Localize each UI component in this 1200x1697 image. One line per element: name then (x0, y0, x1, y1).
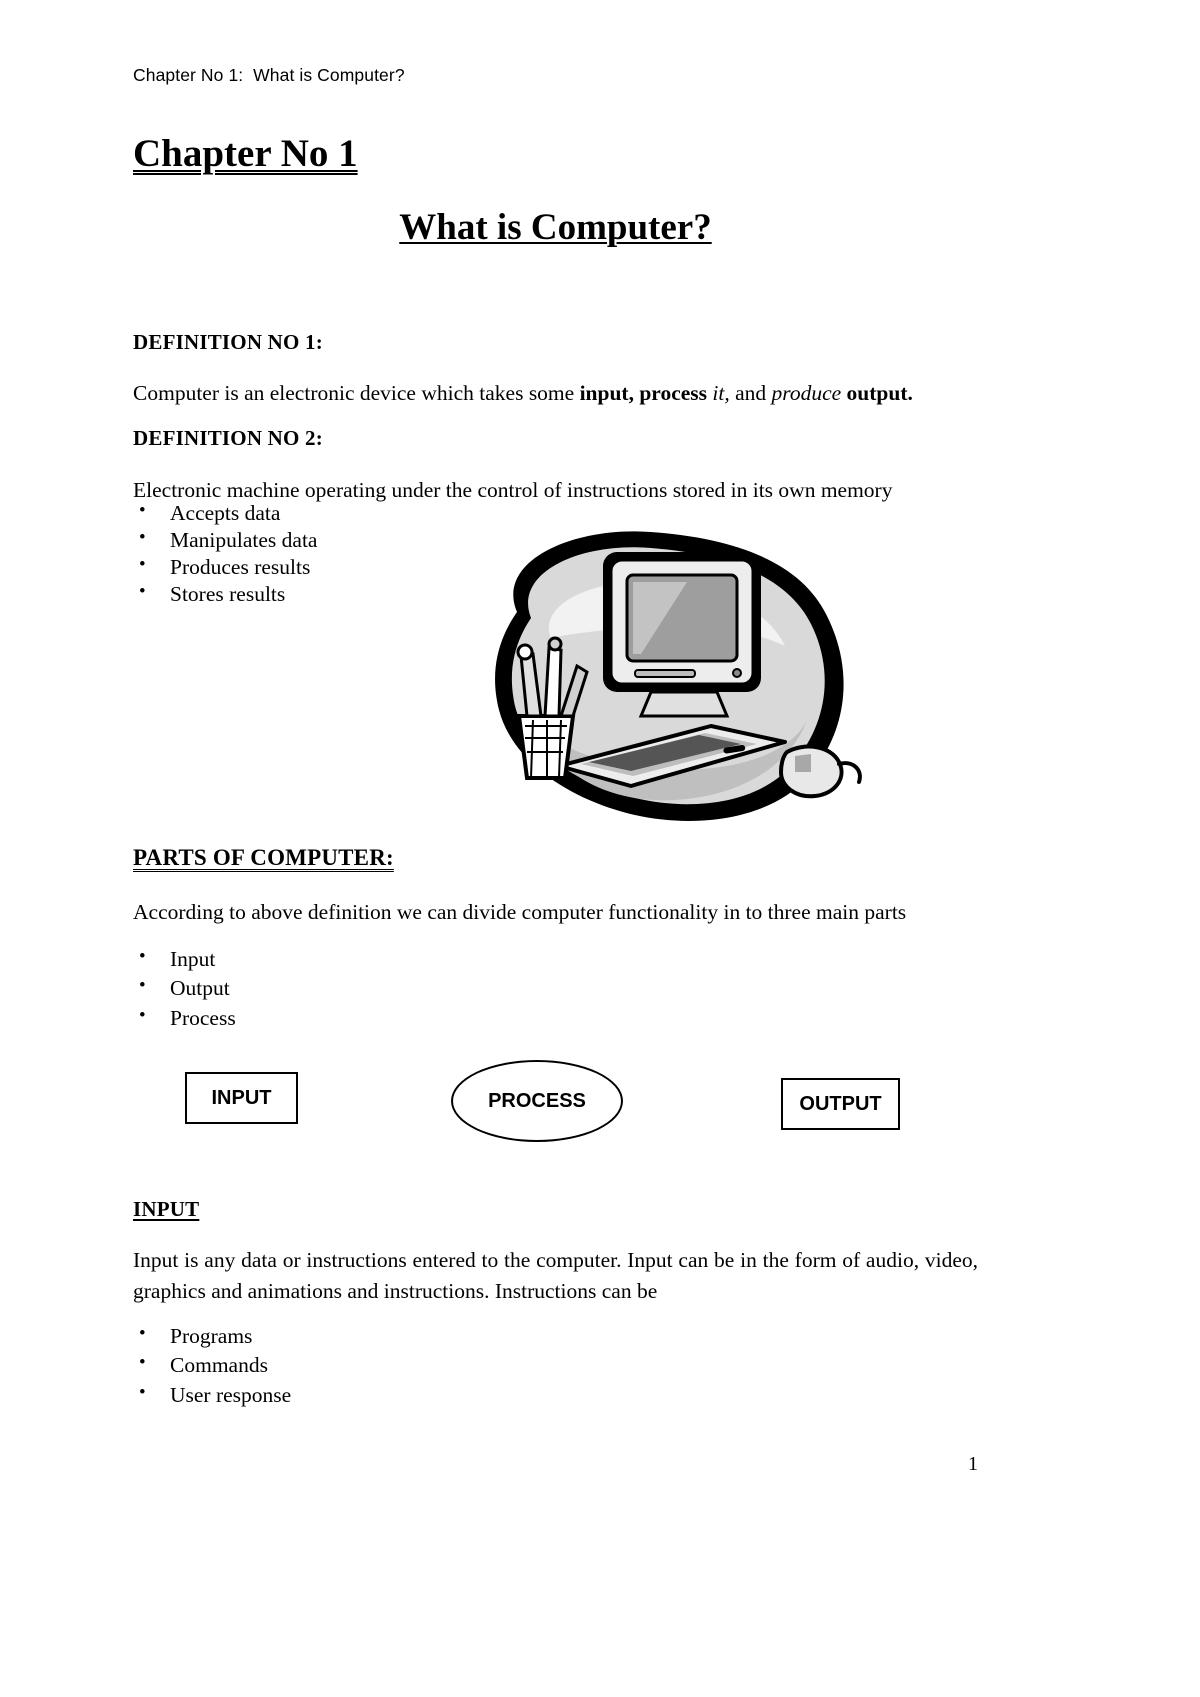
definition-1-text: Computer is an electronic device which t… (133, 378, 978, 409)
bullet-icon: • (139, 1004, 146, 1026)
list-item-label: Commands (170, 1353, 268, 1378)
list-item-label: Programs (170, 1324, 253, 1348)
list-item-label: Accepts data (170, 501, 281, 525)
list-item-label: User response (170, 1382, 292, 1407)
running-header: Chapter No 1: What is Computer? (133, 65, 405, 85)
input-bullet-list: • Programs • Commands • User response (133, 1322, 553, 1410)
desktop-computer-illustration (455, 520, 875, 840)
diagram-process-ellipse: PROCESS (451, 1060, 623, 1142)
definition-1-heading: DEFINITION NO 1: (133, 330, 323, 354)
bullet-icon: • (139, 1323, 146, 1344)
definition-1-italic-2: produce (771, 381, 847, 405)
bullet-icon: • (139, 1352, 146, 1374)
definition-2-heading: DEFINITION NO 2: (133, 426, 323, 450)
list-item: • Programs (133, 1322, 553, 1351)
chapter-title: Chapter No 1 (133, 132, 358, 175)
bullet-icon: • (139, 975, 146, 997)
bullet-icon: • (139, 527, 146, 549)
list-item: • Output (133, 974, 553, 1003)
document-title-text: What is Computer? (399, 207, 712, 248)
document-page: Chapter No 1: What is Computer? Chapter … (0, 0, 1200, 1697)
input-process-output-diagram: INPUT PROCESS OUTPUT (133, 1060, 978, 1155)
list-item: • Process (133, 1004, 553, 1033)
list-item-label: Output (170, 976, 230, 1001)
parts-of-computer-heading: PARTS OF COMPUTER: (133, 845, 394, 870)
diagram-output-box: OUTPUT (781, 1078, 900, 1130)
definition-1-bold-2: output. (846, 381, 913, 405)
list-item-label: Process (170, 1005, 236, 1030)
parts-of-computer-paragraph: According to above definition we can div… (133, 900, 907, 924)
bullet-icon: • (139, 1381, 146, 1403)
list-item-label: Stores results (170, 582, 286, 607)
input-section-paragraph: Input is any data or instructions entere… (133, 1248, 978, 1303)
list-item-label: Input (170, 947, 216, 971)
bullet-icon: • (139, 581, 146, 603)
definition-1-bold-1: input, process (579, 381, 708, 405)
parts-bullet-list: • Input • Output • Process (133, 945, 553, 1033)
definition-1-italic-1: it, (707, 381, 730, 405)
bullet-icon: • (139, 554, 146, 576)
bullet-icon: • (139, 946, 146, 967)
definition-1-part-1: Computer is an electronic device which t… (133, 381, 580, 405)
diagram-input-box: INPUT (185, 1072, 298, 1124)
list-item: • Commands (133, 1351, 553, 1380)
list-item-label: Produces results (170, 555, 311, 580)
page-number: 1 (968, 1453, 978, 1475)
bullet-icon: • (139, 500, 146, 521)
list-item: • User response (133, 1381, 553, 1410)
document-title: What is Computer? (133, 207, 978, 250)
input-section-heading: INPUT (133, 1197, 200, 1221)
list-item: • Input (133, 945, 553, 974)
definition-1-part-2: and (729, 381, 772, 405)
list-item-label: Manipulates data (170, 528, 318, 553)
